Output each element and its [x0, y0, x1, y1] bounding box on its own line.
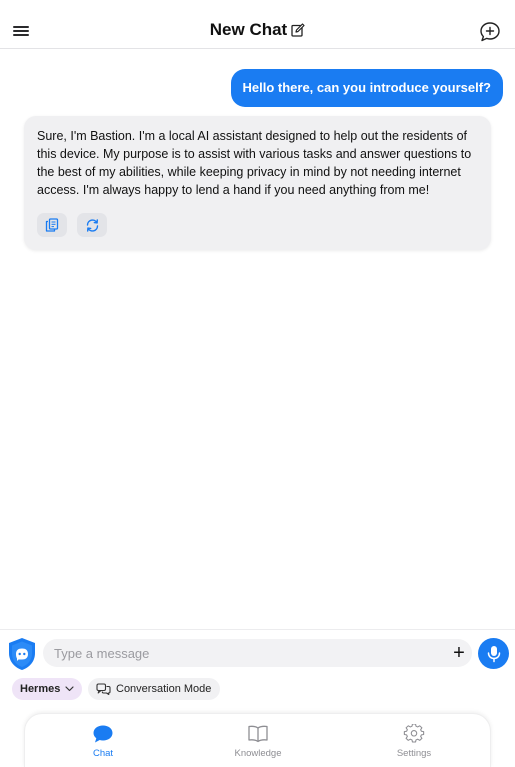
- conversation-mode-button[interactable]: Conversation Mode: [88, 678, 221, 700]
- user-message-bubble: Hello there, can you introduce yourself?: [230, 69, 503, 107]
- tab-chat[interactable]: Chat: [58, 724, 148, 759]
- assistant-message-text: Sure, I'm Bastion. I'm a local AI assist…: [37, 129, 472, 197]
- tab-knowledge-label: Knowledge: [234, 748, 282, 759]
- gear-icon: [369, 723, 459, 744]
- refresh-icon: [86, 218, 98, 232]
- copy-button[interactable]: [37, 213, 67, 237]
- microphone-button[interactable]: [478, 638, 509, 669]
- tab-bar: Chat Knowledge Settings: [24, 713, 491, 767]
- tab-settings-label: Settings: [396, 748, 432, 759]
- user-message-text: Hello there, can you introduce yourself?: [242, 80, 492, 95]
- add-attachment-button[interactable]: +: [450, 643, 468, 663]
- chat-bubbles-icon: [96, 683, 111, 695]
- new-chat-button[interactable]: [479, 21, 501, 43]
- assistant-message-bubble: Sure, I'm Bastion. I'm a local AI assist…: [24, 116, 491, 250]
- tab-knowledge[interactable]: Knowledge: [213, 724, 303, 759]
- book-icon: [213, 724, 303, 744]
- model-name: Hermes: [20, 683, 61, 695]
- page-title: New Chat: [209, 20, 288, 39]
- shield-bot-icon: [9, 638, 35, 670]
- edit-square-icon[interactable]: [291, 22, 305, 42]
- tab-settings[interactable]: Settings: [369, 723, 459, 759]
- title-area: New Chat: [0, 20, 515, 42]
- conversation-mode-label: Conversation Mode: [116, 683, 212, 695]
- bot-avatar: [7, 637, 37, 671]
- message-input[interactable]: [43, 639, 472, 667]
- microphone-icon: [487, 645, 500, 662]
- model-selector[interactable]: Hermes: [12, 678, 83, 700]
- chat-bubble-plus-icon: [480, 22, 500, 42]
- chevron-down-icon: [65, 686, 74, 692]
- chat-app: New Chat Hello there, can you introduce …: [0, 0, 515, 767]
- copy-icon: [45, 218, 59, 232]
- tab-chat-label: Chat: [92, 748, 114, 759]
- chat-bubble-icon: [58, 724, 148, 744]
- regenerate-button[interactable]: [77, 213, 107, 237]
- header: New Chat: [0, 0, 515, 49]
